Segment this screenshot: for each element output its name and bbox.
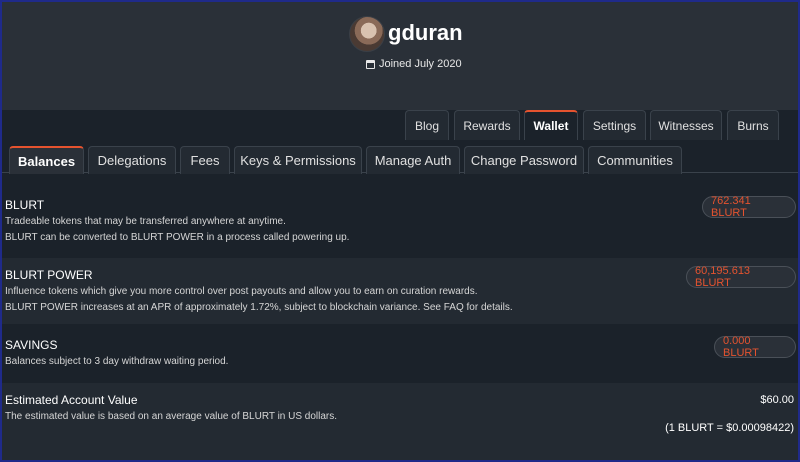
username: gduran (388, 20, 463, 45)
estimated-value-title: Estimated Account Value (5, 393, 138, 407)
tab-rewards[interactable]: Rewards (454, 110, 520, 140)
blurt-price-rate: (1 BLURT = $0.00098422) (665, 422, 794, 434)
balance-row-blurt: BLURT Tradeable tokens that may be trans… (2, 188, 798, 254)
balance-row-savings: SAVINGS Balances subject to 3 day withdr… (2, 328, 798, 380)
blurt-desc-1: Tradeable tokens that may be transferred… (5, 216, 286, 227)
balance-row-estimated-value: Estimated Account Value The estimated va… (2, 383, 798, 460)
tab-manage-auth[interactable]: Manage Auth (366, 146, 460, 174)
blurt-power-title: BLURT POWER (5, 268, 93, 282)
joined-date: Joined July 2020 (366, 58, 462, 70)
blurt-power-amount-button[interactable]: 60,195.613 BLURT (686, 265, 796, 289)
estimated-value-desc: The estimated value is based on an avera… (5, 411, 338, 422)
tab-wallet[interactable]: Wallet (524, 110, 578, 140)
tab-fees[interactable]: Fees (180, 146, 230, 174)
blurt-desc-2: BLURT can be converted to BLURT POWER in… (5, 232, 350, 243)
joined-label: Joined July 2020 (379, 58, 462, 70)
blurt-power-desc-2: BLURT POWER increases at an APR of appro… (5, 302, 513, 313)
estimated-value-amount: $60.00 (760, 394, 794, 406)
tab-burns[interactable]: Burns (727, 110, 779, 140)
savings-amount-button[interactable]: 0.000 BLURT (714, 335, 796, 359)
tab-balances[interactable]: Balances (9, 146, 84, 174)
blurt-power-desc-1: Influence tokens which give you more con… (5, 286, 478, 297)
tab-keys-permissions[interactable]: Keys & Permissions (234, 146, 362, 174)
avatar[interactable] (349, 16, 385, 52)
tab-change-password[interactable]: Change Password (464, 146, 584, 174)
calendar-icon (366, 59, 375, 69)
savings-title: SAVINGS (5, 338, 58, 352)
tab-delegations[interactable]: Delegations (88, 146, 176, 174)
savings-desc: Balances subject to 3 day withdraw waiti… (5, 356, 229, 367)
balance-row-blurt-power: BLURT POWER Influence tokens which give … (2, 258, 798, 324)
tab-communities[interactable]: Communities (588, 146, 682, 174)
tab-witnesses[interactable]: Witnesses (650, 110, 722, 140)
tab-blog[interactable]: Blog (405, 110, 449, 140)
tab-settings[interactable]: Settings (583, 110, 646, 140)
blurt-title: BLURT (5, 198, 45, 212)
profile-header: gduran Joined July 2020 (2, 2, 798, 110)
blurt-amount-button[interactable]: 762.341 BLURT (702, 195, 796, 219)
